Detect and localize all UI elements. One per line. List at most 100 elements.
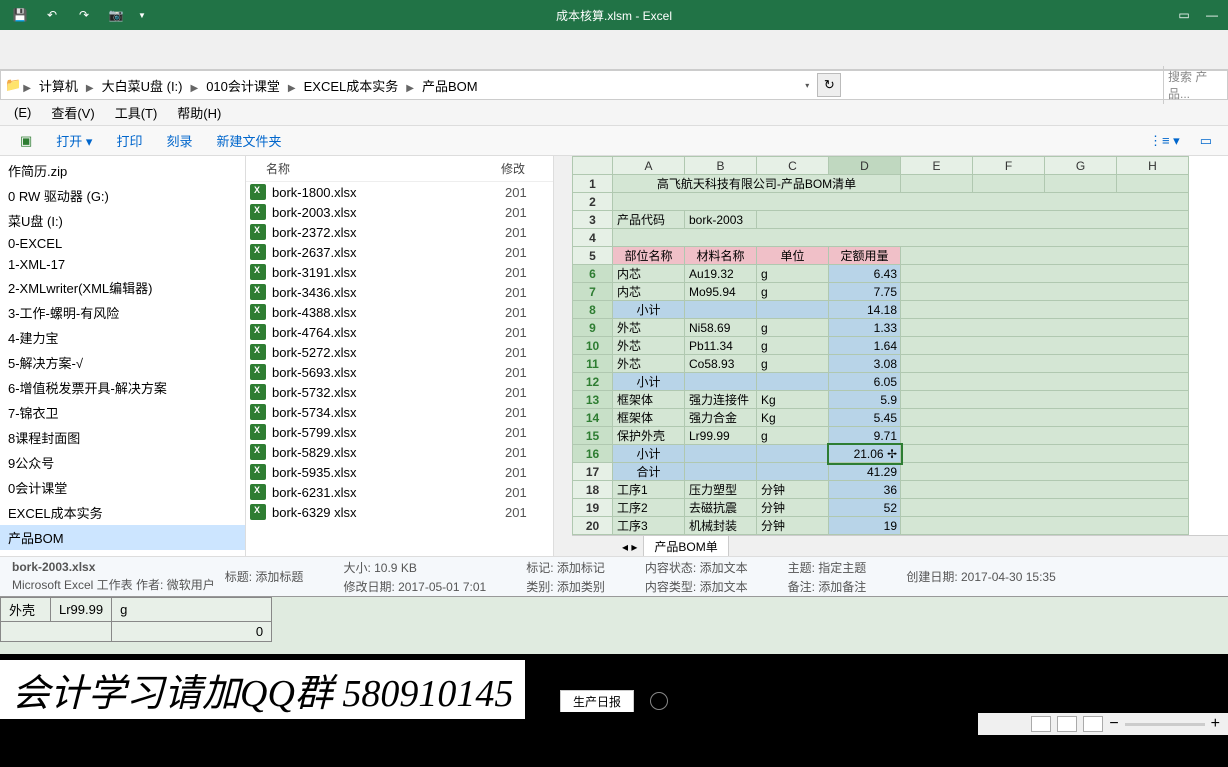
preview-sheet-tabs[interactable]: ◂ ▸ 产品BOM单 [572, 535, 1228, 556]
toolbar-burn[interactable]: 刻录 [154, 131, 204, 150]
toolbar-newfolder[interactable]: 新建文件夹 [204, 131, 293, 150]
breadcrumb-item[interactable]: 产品BOM [416, 79, 484, 94]
file-item[interactable]: bork-5732.xlsx201 [246, 382, 553, 402]
tree-item[interactable]: 2-XMLwriter(XML编辑器) [0, 275, 245, 300]
bg-cell-a[interactable]: 外壳 [1, 598, 51, 622]
tree-item[interactable]: 0-EXCEL [0, 233, 245, 254]
tree-item[interactable]: 8课程封面图 [0, 425, 245, 450]
zoom-slider[interactable] [1125, 723, 1205, 726]
tree-item[interactable]: 作简历.zip [0, 158, 245, 183]
details-title[interactable]: 添加标题 [255, 570, 303, 584]
breadcrumb-item[interactable]: EXCEL成本实务 [298, 79, 405, 94]
menu-edit[interactable]: (E) [4, 105, 41, 120]
details-subject[interactable]: 指定主题 [818, 561, 866, 575]
details-category[interactable]: 添加类别 [557, 580, 605, 594]
bg-cell-b[interactable]: Lr99.99 [51, 598, 112, 622]
tree-item[interactable]: 产品BOM [0, 525, 245, 550]
details-ctype[interactable]: 添加文本 [700, 580, 748, 594]
workbook-tabs[interactable]: 生产日报 + [560, 689, 668, 713]
view-options-icon[interactable]: ⋮≡ ▾ [1137, 133, 1192, 149]
tree-item[interactable]: 0 RW 驱动器 (G:) [0, 183, 245, 208]
file-list-header[interactable]: 名称 修改 [246, 156, 553, 182]
ribbon-options-icon[interactable]: ▭ [1172, 3, 1196, 27]
toolbar-print[interactable]: 打印 [104, 131, 154, 150]
breadcrumb-item[interactable]: 010会计课堂 [200, 79, 286, 94]
qat-dropdown-icon[interactable]: ▼ [136, 11, 146, 20]
excel-file-icon [250, 344, 266, 360]
details-pane: bork-2003.xlsx Microsoft Excel 工作表 作者: 微… [0, 556, 1228, 596]
breadcrumb-item[interactable]: 大白菜U盘 (I:) [96, 79, 189, 94]
file-item[interactable]: bork-3436.xlsx201 [246, 282, 553, 302]
undo-icon[interactable]: ↶ [40, 3, 64, 27]
file-item[interactable]: bork-6231.xlsx201 [246, 482, 553, 502]
file-item[interactable]: bork-5799.xlsx201 [246, 422, 553, 442]
explorer-toolbar: ▣ 打开 ▾ 打印 刻录 新建文件夹 ⋮≡ ▾ ▭ [0, 126, 1228, 156]
tree-item[interactable]: 9公众号 [0, 450, 245, 475]
refresh-button[interactable]: ↻ [817, 73, 841, 97]
file-item[interactable]: bork-5693.xlsx201 [246, 362, 553, 382]
preview-pane-icon[interactable]: ▭ [1192, 133, 1220, 149]
redo-icon[interactable]: ↷ [72, 3, 96, 27]
background-sheet[interactable]: 外壳Lr99.99g 0 [0, 596, 1228, 654]
details-filename: bork-2003.xlsx [12, 560, 95, 574]
col-modified[interactable]: 修改 [501, 160, 549, 177]
tree-item[interactable]: 0会计课堂 [0, 475, 245, 500]
file-item[interactable]: bork-3191.xlsx201 [246, 262, 553, 282]
excel-file-icon [250, 284, 266, 300]
tree-item[interactable]: 6-增值税发票开具-解决方案 [0, 375, 245, 400]
page-layout-view-icon[interactable] [1057, 716, 1077, 732]
file-item[interactable]: bork-2003.xlsx201 [246, 202, 553, 222]
sheet-preview[interactable]: ABCDEFGH1高飞航天科技有限公司-产品BOM清单23产品代码bork-20… [572, 156, 1228, 556]
breadcrumb-item[interactable]: 计算机 [33, 79, 84, 94]
details-tag[interactable]: 添加标记 [557, 561, 605, 575]
menu-view[interactable]: 查看(V) [41, 103, 104, 122]
tree-item[interactable]: 菜U盘 (I:) [0, 208, 245, 233]
tree-item[interactable]: 4-建力宝 [0, 325, 245, 350]
excel-file-icon [250, 224, 266, 240]
menu-tools[interactable]: 工具(T) [105, 103, 168, 122]
file-item[interactable]: bork-4764.xlsx201 [246, 322, 553, 342]
tree-item[interactable]: 7-锦衣卫 [0, 400, 245, 425]
details-note[interactable]: 添加备注 [818, 580, 866, 594]
file-item[interactable]: bork-5734.xlsx201 [246, 402, 553, 422]
file-item[interactable]: bork-2637.xlsx201 [246, 242, 553, 262]
file-item[interactable]: bork-5272.xlsx201 [246, 342, 553, 362]
menu-help[interactable]: 帮助(H) [167, 103, 231, 122]
camera-icon[interactable]: 📷 [104, 3, 128, 27]
preview-sheet-tab[interactable]: 产品BOM单 [643, 535, 728, 556]
file-list[interactable]: 名称 修改 bork-1800.xlsx201bork-2003.xlsx201… [246, 156, 554, 556]
tree-item[interactable]: 新建文件夹 [0, 550, 245, 556]
ribbon [0, 30, 1228, 70]
file-item[interactable]: bork-5829.xlsx201 [246, 442, 553, 462]
breadcrumb-dropdown-icon[interactable]: ▾ [803, 81, 815, 90]
search-input[interactable]: 搜索 产品... [1163, 66, 1223, 104]
breadcrumb[interactable]: 📁 ▶计算机▶大白菜U盘 (I:)▶010会计课堂▶EXCEL成本实务▶产品BO… [0, 70, 1228, 100]
tree-item[interactable]: 3-工作-螺明-有风险 [0, 300, 245, 325]
minimize-icon[interactable]: — [1200, 3, 1224, 27]
toolbar-open[interactable]: 打开 ▾ [44, 131, 104, 150]
page-break-view-icon[interactable] [1083, 716, 1103, 732]
tree-item[interactable]: 5-解决方案-√ [0, 350, 245, 375]
file-item[interactable]: bork-6329 xlsx201 [246, 502, 553, 522]
details-status[interactable]: 添加文本 [700, 561, 748, 575]
col-name[interactable]: 名称 [250, 160, 501, 177]
details-size: 10.9 KB [374, 561, 417, 575]
zoom-out-icon[interactable]: − [1109, 715, 1118, 733]
excel-file-icon [250, 464, 266, 480]
add-sheet-button[interactable]: + [650, 692, 668, 710]
bg-cell-c[interactable]: g [112, 598, 272, 622]
normal-view-icon[interactable] [1031, 716, 1051, 732]
bg-cell-zero[interactable]: 0 [112, 622, 272, 642]
zoom-in-icon[interactable]: + [1211, 715, 1220, 733]
excel-file-icon [250, 424, 266, 440]
file-item[interactable]: bork-1800.xlsx201 [246, 182, 553, 202]
preview-pane: ABCDEFGH1高飞航天科技有限公司-产品BOM清单23产品代码bork-20… [554, 156, 1228, 556]
file-item[interactable]: bork-2372.xlsx201 [246, 222, 553, 242]
tree-item[interactable]: 1-XML-17 [0, 254, 245, 275]
save-icon[interactable]: 💾 [8, 3, 32, 27]
file-item[interactable]: bork-5935.xlsx201 [246, 462, 553, 482]
folder-tree[interactable]: 作简历.zip0 RW 驱动器 (G:)菜U盘 (I:)0-EXCEL1-XML… [0, 156, 246, 556]
file-item[interactable]: bork-4388.xlsx201 [246, 302, 553, 322]
tree-item[interactable]: EXCEL成本实务 [0, 500, 245, 525]
workbook-tab[interactable]: 生产日报 [560, 690, 634, 712]
